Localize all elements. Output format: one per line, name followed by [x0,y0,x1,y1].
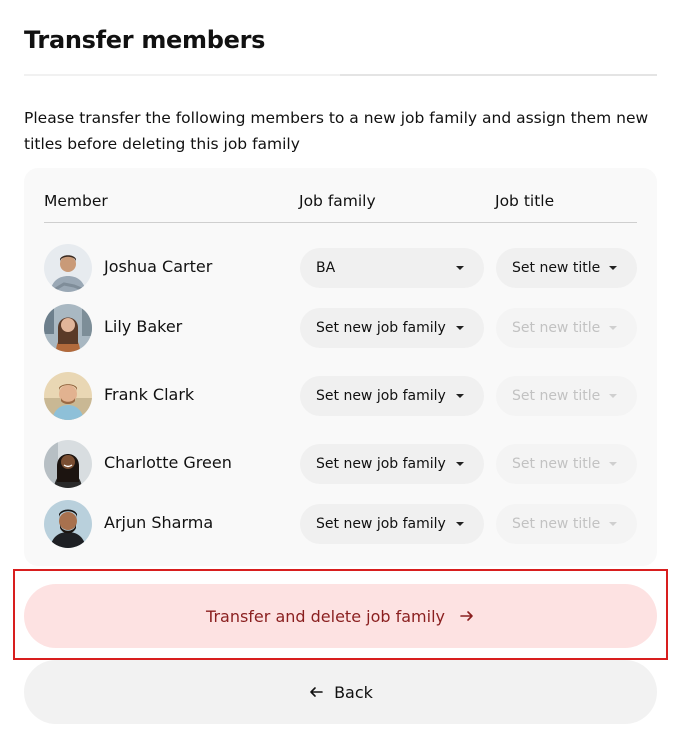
transfer-and-delete-button[interactable]: Transfer and delete job family [24,584,657,648]
caret-down-icon [456,394,464,398]
arrow-right-icon [459,608,475,624]
job-title-value: Set new title [512,320,601,336]
member-name: Joshua Carter [104,257,213,276]
job-title-select: Set new title [496,308,637,348]
avatar [44,304,92,352]
caret-down-icon [456,522,464,526]
job-title-select[interactable]: Set new title [496,248,637,288]
job-family-select[interactable]: Set new job family [300,376,484,416]
job-family-value: Set new job family [316,456,446,472]
avatar [44,440,92,488]
member-name: Arjun Sharma [104,513,214,532]
arrow-left-icon [308,684,324,700]
job-title-value: Set new title [512,388,601,404]
caret-down-icon [609,394,617,398]
job-title-value: Set new title [512,516,601,532]
column-header-job-family: Job family [299,192,376,210]
tab-divider-segment [24,74,340,76]
member-name: Charlotte Green [104,453,232,472]
table-header-divider [44,222,637,223]
avatar [44,372,92,420]
job-title-value: Set new title [512,260,601,276]
avatar [44,244,92,292]
column-header-member: Member [44,192,108,210]
job-title-select: Set new title [496,444,637,484]
table-row: Arjun Sharma Set new job family Set new … [0,500,681,548]
caret-down-icon [609,266,617,270]
job-family-value: Set new job family [316,516,446,532]
job-family-select[interactable]: Set new job family [300,504,484,544]
job-title-select: Set new title [496,376,637,416]
caret-down-icon [609,326,617,330]
job-family-select[interactable]: Set new job family [300,444,484,484]
caret-down-icon [456,326,464,330]
transfer-button-label: Transfer and delete job family [206,606,445,626]
caret-down-icon [609,522,617,526]
table-row: Frank Clark Set new job family Set new t… [0,372,681,420]
table-row: Lily Baker Set new job family Set new ti… [0,304,681,352]
caret-down-icon [609,462,617,466]
job-title-select: Set new title [496,504,637,544]
member-name: Frank Clark [104,385,195,404]
instructions-text: Please transfer the following members to… [24,109,649,153]
back-button[interactable]: Back [24,660,657,724]
job-family-value: BA [316,260,336,276]
table-row: Joshua Carter BA Set new title [0,244,681,292]
table-row: Charlotte Green Set new job family Set n… [0,440,681,488]
page-title: Transfer members [24,26,266,54]
job-family-value: Set new job family [316,388,446,404]
column-header-job-title: Job title [495,192,555,210]
caret-down-icon [456,462,464,466]
job-title-value: Set new title [512,456,601,472]
job-family-select[interactable]: BA [300,248,484,288]
job-family-select[interactable]: Set new job family [300,308,484,348]
tab-divider [24,74,657,76]
back-button-label: Back [334,682,373,702]
caret-down-icon [456,266,464,270]
avatar [44,500,92,548]
member-name: Lily Baker [104,317,183,336]
job-family-value: Set new job family [316,320,446,336]
